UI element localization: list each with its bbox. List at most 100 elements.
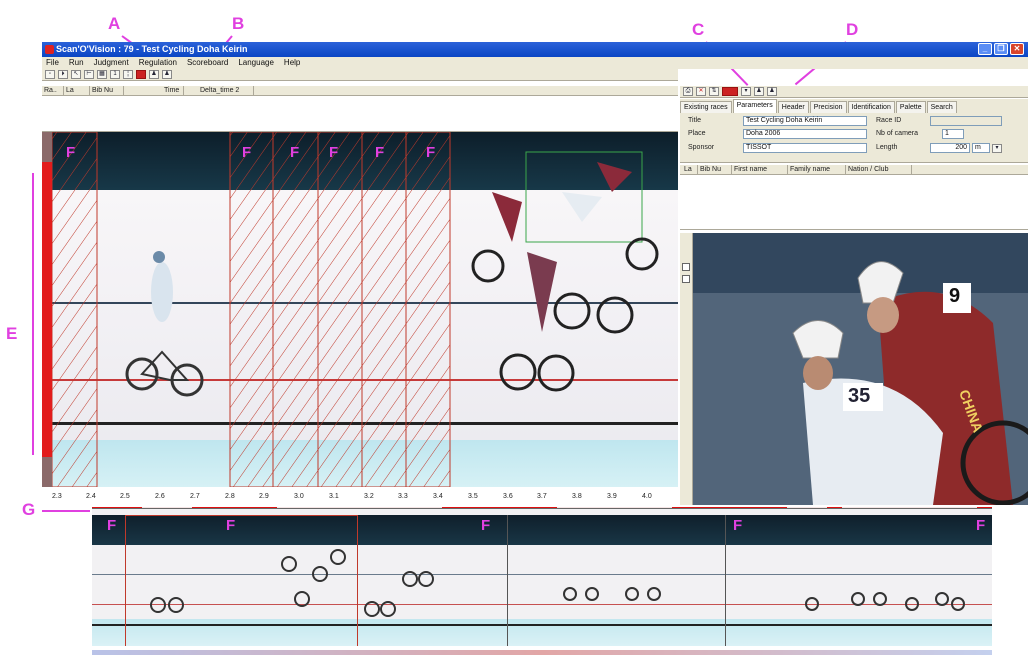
strip-f-marker-3: F [481,517,491,534]
finish-f-marker-6: F [426,144,436,161]
cursor-icon[interactable]: ↖ [71,70,81,79]
add-competitor-icon[interactable]: ♟ [754,87,764,96]
person-remove-icon[interactable]: ♟ [162,70,172,79]
axis-tick: 3.5 [468,493,478,500]
finish-line-image[interactable]: F F F F F F [42,132,678,487]
axis-tick: 2.5 [120,493,130,500]
menu-judgment[interactable]: Judgment [94,57,129,69]
col-first-name[interactable]: First name [732,165,788,175]
minimize-icon[interactable]: _ [978,43,992,55]
cyclist-group [471,162,659,392]
axis-tick: 2.7 [190,493,200,500]
tab-identification[interactable]: Identification [847,101,895,113]
zoom-in-icon[interactable] [682,263,690,271]
finish-zone-1 [51,132,98,487]
tab-search[interactable]: Search [926,101,957,113]
competitor-grid[interactable] [680,175,1028,230]
overview-strip[interactable]: F F F F F [92,508,992,646]
col-time[interactable]: Time [124,86,184,96]
col-family-name[interactable]: Family name [788,165,846,175]
menu-file[interactable]: File [46,57,59,69]
strip-f-marker-5: F [976,517,986,534]
delete-icon[interactable]: ✕ [696,87,706,96]
record-icon[interactable] [136,70,146,79]
dropdown-icon[interactable]: ▾ [741,87,751,96]
race-id-field[interactable] [930,116,1002,126]
strip-f-marker-2: F [226,517,236,534]
zoomed-photo[interactable]: 9 35 CHINA [693,233,1028,505]
finish-f-marker-3: F [290,144,300,161]
finish-zone-2 [229,132,451,487]
window-titlebar: Scan'O'Vision : 79 - Test Cycling Doha K… [42,42,1028,57]
place-field[interactable]: Doha 2006 [743,129,867,139]
close-icon[interactable]: ✕ [1010,43,1024,55]
nb-camera-field[interactable]: 1 [942,129,964,139]
axis-tick: 3.1 [329,493,339,500]
panel-tabs: Existing races Parameters Header Precisi… [680,99,1028,113]
col-lane[interactable]: La [682,165,698,175]
menu-bar: File Run Judgment Regulation Scoreboard … [42,57,1028,69]
menu-language[interactable]: Language [238,57,274,69]
main-toolbar: ▫ ⏵ ↖ ⊢ ▦ 1 ¦ ♟ ♟ [42,69,678,81]
separator-icon: ¦ [123,70,133,79]
callout-g-arrow [42,510,90,512]
col-rank[interactable]: Ra.. [42,86,64,96]
run-icon[interactable]: ⏵ [58,70,68,79]
axis-tick: 2.3 [52,493,62,500]
bib-number-front: 35 [848,385,871,407]
zoomed-photo-art [693,233,1028,505]
color-icon[interactable] [722,87,738,96]
print-icon[interactable]: ⎙ [683,87,693,96]
finish-f-marker-5: F [375,144,385,161]
right-toolbar: ⎙ ✕ ⇅ ▾ ♟ ♟ [680,86,1028,98]
new-icon[interactable]: ▫ [45,70,55,79]
axis-tick: 2.8 [225,493,235,500]
photo-sidebar [680,233,693,505]
sponsor-field[interactable]: TISSOT [743,143,867,153]
chevron-down-icon[interactable]: ▾ [992,144,1002,153]
tab-existing-races[interactable]: Existing races [680,101,732,113]
length-label: Length [876,144,898,151]
menu-scoreboard[interactable]: Scoreboard [187,57,228,69]
competitor-grid-header: La Bib Nu First name Family name Nation … [680,165,1028,175]
col-bib[interactable]: Bib Nu [90,86,124,96]
title-field[interactable]: Test Cycling Doha Keirin [743,116,867,126]
person-icon[interactable]: ♟ [149,70,159,79]
measure-icon[interactable]: ⊢ [84,70,94,79]
tab-header[interactable]: Header [777,101,809,113]
app-icon [45,45,54,54]
col-bib[interactable]: Bib Nu [698,165,732,175]
finish-f-marker-1: F [66,144,76,161]
menu-help[interactable]: Help [284,57,300,69]
status-line [92,650,992,655]
race-id-label: Race ID [876,117,902,124]
callout-a: A [108,14,121,33]
axis-tick: 3.6 [503,493,513,500]
competitor-icon[interactable]: ♟ [767,87,777,96]
col-delta[interactable]: Delta_time 2 [184,86,254,96]
axis-tick: 4.0 [642,493,652,500]
tab-parameters[interactable]: Parameters [732,99,777,113]
callout-e: E [6,324,18,343]
grid-icon[interactable]: ▦ [97,70,107,79]
length-field[interactable]: 200 [930,143,970,153]
col-nation[interactable]: Nation / Club [846,165,912,175]
col-lane[interactable]: La [64,86,90,96]
tab-precision[interactable]: Precision [809,101,847,113]
number-icon[interactable]: 1 [110,70,120,79]
menu-regulation[interactable]: Regulation [139,57,177,69]
sort-icon[interactable]: ⇅ [709,87,719,96]
result-list[interactable] [42,96,678,132]
callout-b: B [232,14,245,33]
height-bar[interactable] [42,132,52,487]
length-unit-select[interactable]: m [972,143,990,153]
axis-tick: 3.8 [572,493,582,500]
result-list-header: Ra.. La Bib Nu Time Delta_time 2 [42,86,678,96]
tab-palette[interactable]: Palette [895,101,926,113]
finish-image-overlay [51,132,659,487]
menu-run[interactable]: Run [69,57,84,69]
callout-e-arrow [32,173,34,455]
restore-icon[interactable]: ❐ [994,43,1008,55]
window-title: Scan'O'Vision : 79 - Test Cycling Doha K… [56,44,248,54]
zoom-out-icon[interactable] [682,275,690,283]
